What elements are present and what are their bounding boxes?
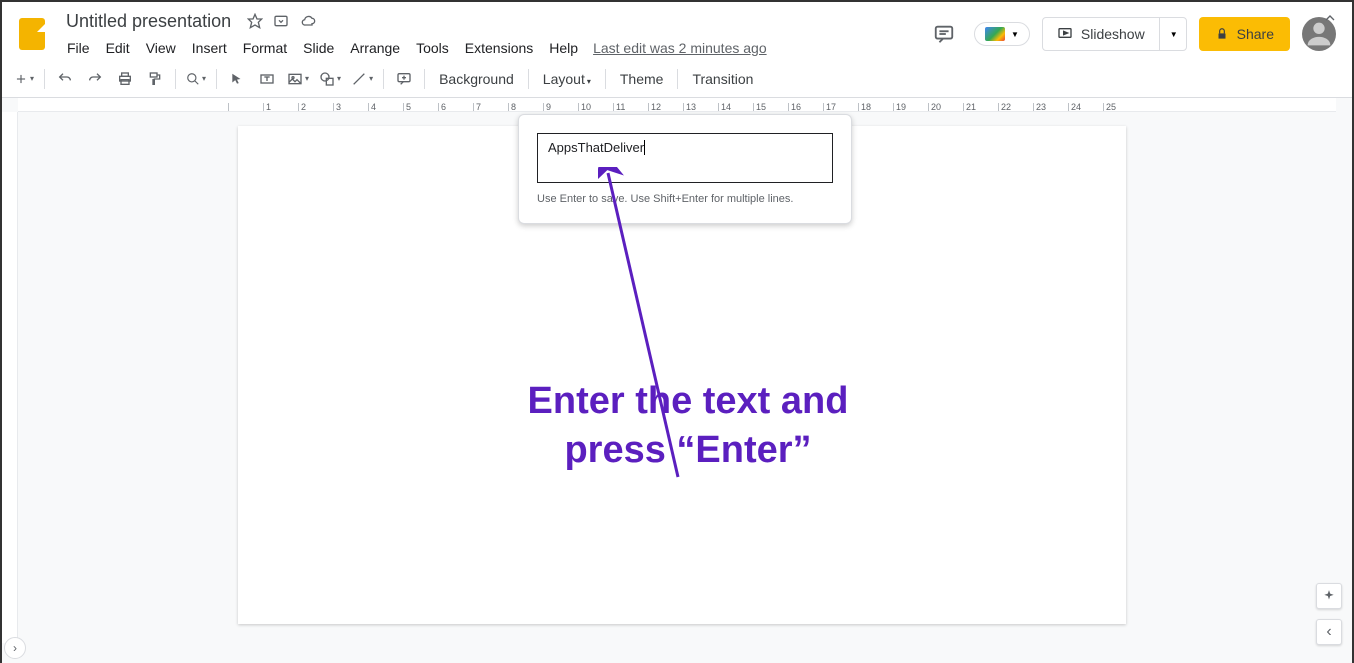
side-panel-toggle[interactable]: ‹: [1316, 619, 1342, 645]
canvas-area[interactable]: AppsThatDeliver Use Enter to save. Use S…: [18, 112, 1336, 643]
cloud-icon[interactable]: [299, 13, 317, 29]
select-tool[interactable]: [223, 65, 251, 93]
explore-button[interactable]: [1316, 583, 1342, 609]
right-side-buttons: ‹: [1316, 583, 1342, 645]
textbox-tool[interactable]: [253, 65, 281, 93]
new-slide-button[interactable]: ▾: [10, 65, 38, 93]
caret-down-icon: ▼: [1170, 30, 1178, 39]
print-button[interactable]: [111, 65, 139, 93]
filmstrip-toggle[interactable]: ›: [4, 637, 26, 659]
horizontal-ruler[interactable]: 1234567891011121314151617181920212223242…: [18, 98, 1336, 112]
menu-edit[interactable]: Edit: [99, 36, 137, 60]
app-header: Untitled presentation File Edit View Ins…: [2, 2, 1352, 60]
paint-format-button[interactable]: [141, 65, 169, 93]
menu-view[interactable]: View: [139, 36, 183, 60]
meet-icon: [985, 27, 1005, 41]
share-button[interactable]: Share: [1199, 17, 1290, 51]
menu-arrange[interactable]: Arrange: [343, 36, 407, 60]
image-tool[interactable]: ▾: [283, 65, 313, 93]
undo-button[interactable]: [51, 65, 79, 93]
play-icon: [1057, 26, 1073, 42]
workspace: 1234567891011121314151617181920212223242…: [2, 98, 1352, 663]
vertical-ruler[interactable]: [2, 112, 18, 643]
slideshow-dropdown[interactable]: ▼: [1160, 18, 1186, 50]
hide-menus-button[interactable]: [1322, 10, 1338, 26]
menu-tools[interactable]: Tools: [409, 36, 456, 60]
menu-slide[interactable]: Slide: [296, 36, 341, 60]
slideshow-label: Slideshow: [1081, 26, 1145, 42]
redo-button[interactable]: [81, 65, 109, 93]
menu-extensions[interactable]: Extensions: [458, 36, 540, 60]
zoom-button[interactable]: ▾: [182, 65, 210, 93]
lock-icon: [1215, 27, 1229, 41]
slideshow-group: Slideshow ▼: [1042, 17, 1187, 51]
share-label: Share: [1237, 26, 1274, 42]
last-edit-link[interactable]: Last edit was 2 minutes ago: [593, 40, 767, 56]
annotation-text: Enter the text and press “Enter”: [488, 377, 888, 476]
header-actions: ▼ Slideshow ▼ Share: [926, 16, 1336, 52]
caret-down-icon: ▼: [1011, 30, 1019, 39]
menu-bar: File Edit View Insert Format Slide Arran…: [60, 36, 926, 60]
slides-logo[interactable]: [12, 14, 52, 54]
toolbar: ▾ ▾ ▾ ▾ ▾ Background Layout▾ Theme Trans…: [2, 60, 1352, 98]
meet-button[interactable]: ▼: [974, 22, 1030, 46]
move-icon[interactable]: [273, 13, 289, 29]
document-title[interactable]: Untitled presentation: [60, 9, 237, 34]
comment-tool[interactable]: [390, 65, 418, 93]
theme-button[interactable]: Theme: [612, 71, 672, 87]
menu-insert[interactable]: Insert: [185, 36, 234, 60]
comments-icon[interactable]: [926, 16, 962, 52]
star-icon[interactable]: [247, 13, 263, 29]
layout-button[interactable]: Layout▾: [535, 71, 599, 87]
title-area: Untitled presentation File Edit View Ins…: [60, 9, 926, 60]
line-tool[interactable]: ▾: [347, 65, 377, 93]
slideshow-button[interactable]: Slideshow: [1043, 18, 1160, 50]
transition-button[interactable]: Transition: [684, 71, 761, 87]
menu-help[interactable]: Help: [542, 36, 585, 60]
background-button[interactable]: Background: [431, 71, 522, 87]
menu-file[interactable]: File: [60, 36, 97, 60]
shape-tool[interactable]: ▾: [315, 65, 345, 93]
menu-format[interactable]: Format: [236, 36, 294, 60]
